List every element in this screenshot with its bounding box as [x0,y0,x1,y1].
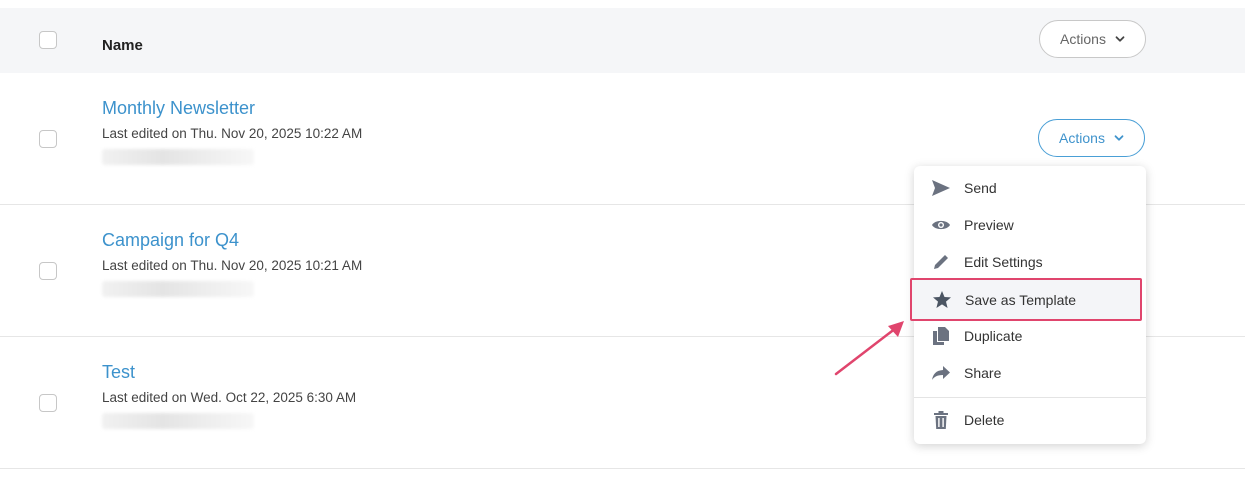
duplicate-icon [931,326,951,346]
menu-item-label: Delete [964,412,1005,428]
campaign-title-link[interactable]: Test [102,362,135,383]
menu-item-label: Preview [964,217,1014,233]
redacted-text [102,281,254,297]
menu-item-label: Share [964,365,1002,381]
menu-item-send[interactable]: Send [914,170,1146,206]
menu-item-label: Edit Settings [964,254,1043,270]
row-actions-label: Actions [1059,130,1105,146]
table-header: Name Actions [0,8,1245,73]
last-edited-text: Last edited on Wed. Oct 22, 2025 6:30 AM [102,390,357,405]
menu-divider [914,397,1146,398]
menu-item-label: Save as Template [965,291,1077,308]
menu-item-preview[interactable]: Preview [914,207,1146,243]
name-column-header: Name [102,37,143,54]
menu-item-save-as-template[interactable]: Save as Template [910,278,1142,321]
campaign-title-link[interactable]: Campaign for Q4 [102,230,239,251]
bulk-actions-button[interactable]: Actions [1039,20,1146,58]
menu-item-label: Duplicate [964,328,1023,344]
chevron-down-icon [1115,36,1125,42]
campaign-title-link[interactable]: Monthly Newsletter [102,98,255,119]
pencil-icon [931,252,951,272]
row-actions-button[interactable]: Actions [1038,119,1145,157]
annotation-arrow-icon [834,321,904,376]
chevron-down-icon [1114,135,1124,141]
menu-item-delete[interactable]: Delete [914,402,1146,438]
last-edited-text: Last edited on Thu. Nov 20, 2025 10:22 A… [102,126,363,141]
actions-dropdown-menu: Send Preview Edit Settings Save as Templ… [910,166,1146,444]
share-icon [931,363,951,383]
menu-item-edit-settings[interactable]: Edit Settings [914,244,1146,280]
star-icon [932,290,952,310]
menu-item-duplicate[interactable]: Duplicate [914,318,1146,354]
send-icon [931,178,951,198]
menu-item-share[interactable]: Share [914,355,1146,391]
eye-icon [931,215,951,235]
select-all-checkbox[interactable] [39,31,57,49]
trash-icon [931,410,951,430]
row-checkbox[interactable] [39,262,57,280]
redacted-text [102,149,254,165]
redacted-text [102,413,254,429]
bulk-actions-label: Actions [1060,31,1106,47]
row-checkbox[interactable] [39,130,57,148]
row-checkbox[interactable] [39,394,57,412]
last-edited-text: Last edited on Thu. Nov 20, 2025 10:21 A… [102,258,363,273]
menu-item-label: Send [964,180,997,196]
